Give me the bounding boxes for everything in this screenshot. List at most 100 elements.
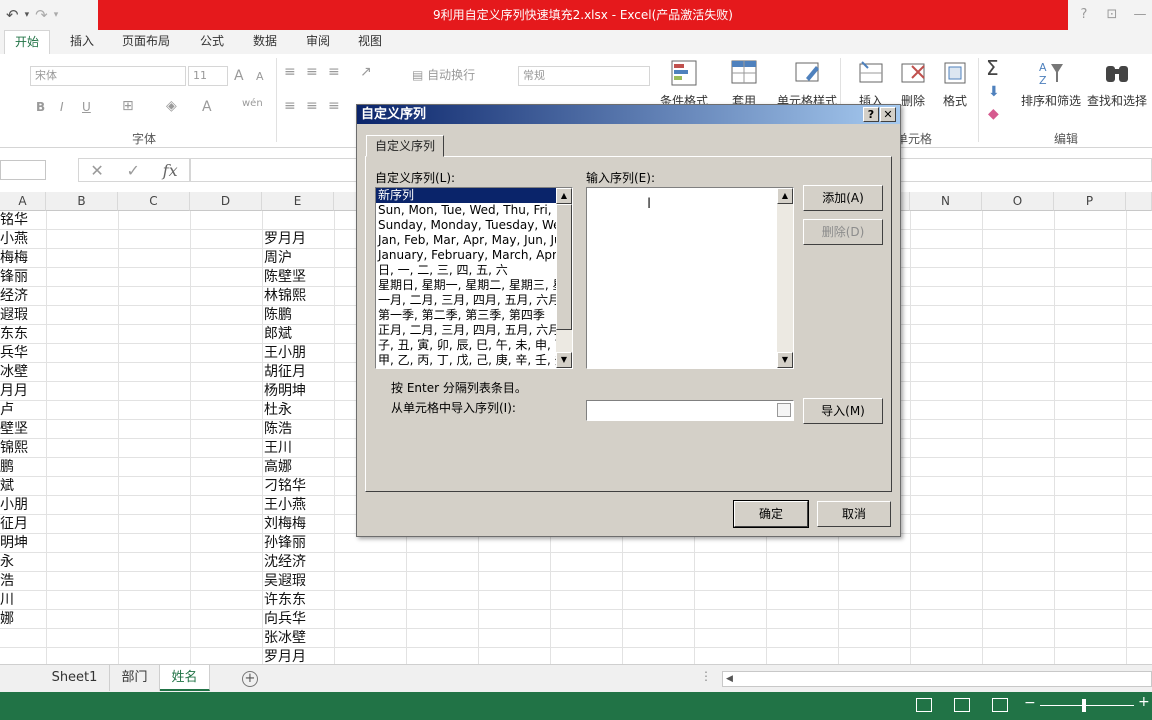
phonetic-icon[interactable]: wén <box>242 98 263 109</box>
column-header-e[interactable]: E <box>262 192 334 211</box>
list-item[interactable]: Sun, Mon, Tue, Wed, Thu, Fri, Sat <box>376 203 558 218</box>
cell-a[interactable]: 冰壁 <box>0 363 46 382</box>
list-scrollbar[interactable]: ▲ ▼ <box>556 188 572 368</box>
list-item[interactable]: 正月, 二月, 三月, 四月, 五月, 六月 <box>376 323 558 338</box>
cell-a[interactable]: 斌 <box>0 477 46 496</box>
cell-e[interactable]: 周沪 <box>264 249 334 268</box>
list-item[interactable]: 日, 一, 二, 三, 四, 五, 六 <box>376 263 558 278</box>
align-center-icon[interactable]: ≡ <box>306 98 318 114</box>
column-header-p[interactable]: P <box>1054 192 1126 211</box>
dialog-help-icon[interactable]: ? <box>863 107 879 122</box>
cancel-icon[interactable]: ✕ <box>90 161 103 180</box>
font-name-box[interactable]: 宋体 <box>30 66 186 86</box>
entries-scroll-up-icon[interactable]: ▲ <box>777 188 793 204</box>
list-item[interactable]: Sunday, Monday, Tuesday, Wednesday <box>376 218 558 233</box>
tab-home[interactable]: 开始 <box>4 30 51 54</box>
enter-icon[interactable]: ✓ <box>127 161 140 180</box>
align-top-icon[interactable]: ≡ <box>284 64 296 80</box>
tab-review[interactable]: 审阅 <box>306 30 330 54</box>
sheet-tab-sheet1[interactable]: Sheet1 <box>40 665 110 691</box>
fill-icon[interactable]: ⬇ <box>988 84 1000 100</box>
insert-function-icon[interactable]: fx <box>163 161 178 180</box>
scroll-left-icon[interactable]: ◀ <box>726 672 733 686</box>
cell-a[interactable] <box>0 648 46 664</box>
undo-icon[interactable]: ↶ <box>6 6 19 24</box>
sheet-tab-names[interactable]: 姓名 <box>160 665 210 691</box>
cell-a[interactable]: 鹏 <box>0 458 46 477</box>
bold-icon[interactable]: B <box>36 100 45 114</box>
column-header-b[interactable]: B <box>46 192 118 211</box>
redo-dropdown-icon[interactable]: ▾ <box>54 10 59 20</box>
cell-e[interactable]: 王小朋 <box>264 344 334 363</box>
tab-split-icon[interactable]: ⋮ <box>700 669 712 683</box>
cell-e[interactable]: 孙锋丽 <box>264 534 334 553</box>
redo-icon[interactable]: ↷ <box>35 6 48 24</box>
wrap-text-button[interactable]: ▤ 自动换行 <box>412 66 475 83</box>
insert-cells-button[interactable]: 插入 <box>850 58 892 109</box>
list-item[interactable]: January, February, March, April <box>376 248 558 263</box>
cell-e[interactable]: 陈鹏 <box>264 306 334 325</box>
align-left-icon[interactable]: ≡ <box>284 98 296 114</box>
cell-a[interactable]: 梅梅 <box>0 249 46 268</box>
custom-lists-listbox[interactable]: 新序列 Sun, Mon, Tue, Wed, Thu, Fri, Sat Sund… <box>375 187 573 369</box>
list-item[interactable]: Jan, Feb, Mar, Apr, May, Jun, Jul <box>376 233 558 248</box>
cell-a[interactable]: 征月 <box>0 515 46 534</box>
import-button[interactable]: 导入(M) <box>803 398 883 424</box>
column-header-c[interactable]: C <box>118 192 190 211</box>
add-sheet-icon[interactable]: + <box>242 671 258 687</box>
cell-e[interactable]: 王小燕 <box>264 496 334 515</box>
cell-e[interactable]: 杨明坤 <box>264 382 334 401</box>
sheet-tab-dept[interactable]: 部门 <box>110 665 160 691</box>
italic-icon[interactable]: I <box>60 100 64 114</box>
tab-custom-lists[interactable]: 自定义序列 <box>366 135 444 157</box>
scroll-up-icon[interactable]: ▲ <box>556 188 572 204</box>
table-style-button[interactable]: 套用 <box>716 58 772 109</box>
column-header-a[interactable]: A <box>0 192 46 211</box>
cell-e[interactable]: 林锦熙 <box>264 287 334 306</box>
horizontal-scrollbar[interactable]: ◀ <box>722 671 1152 687</box>
column-header-o[interactable]: O <box>982 192 1054 211</box>
cell-e[interactable]: 向兵华 <box>264 610 334 629</box>
cell-a[interactable]: 锋丽 <box>0 268 46 287</box>
align-bottom-icon[interactable]: ≡ <box>328 64 340 80</box>
cell-e[interactable] <box>264 211 334 230</box>
cell-a[interactable]: 永 <box>0 553 46 572</box>
list-item[interactable]: 子, 丑, 寅, 卯, 辰, 巳, 午, 未, 申, 酉 <box>376 338 558 353</box>
cell-a[interactable] <box>0 629 46 648</box>
zoom-slider-knob[interactable] <box>1082 699 1086 712</box>
shrink-font-icon[interactable]: A <box>256 70 264 83</box>
find-select-button[interactable]: 查找和选择 <box>1084 58 1150 109</box>
cell-e[interactable]: 沈经济 <box>264 553 334 572</box>
cell-a[interactable]: 兵华 <box>0 344 46 363</box>
cell-e[interactable]: 胡征月 <box>264 363 334 382</box>
cell-e[interactable]: 陈壁坚 <box>264 268 334 287</box>
zoom-slider-track[interactable] <box>1040 705 1134 706</box>
cell-a[interactable]: 小燕 <box>0 230 46 249</box>
name-box[interactable] <box>0 160 46 180</box>
list-item[interactable]: 星期日, 星期一, 星期二, 星期三, 星期四 <box>376 278 558 293</box>
list-item[interactable]: 第一季, 第二季, 第三季, 第四季 <box>376 308 558 323</box>
dialog-close-icon[interactable]: ✕ <box>880 107 896 122</box>
tab-view[interactable]: 视图 <box>358 30 382 54</box>
delete-button[interactable]: 删除(D) <box>803 219 883 245</box>
cell-e[interactable]: 陈浩 <box>264 420 334 439</box>
scroll-down-icon[interactable]: ▼ <box>556 352 572 368</box>
scroll-thumb[interactable] <box>556 204 572 330</box>
normal-view-icon[interactable] <box>916 698 932 712</box>
cell-a[interactable]: 娜 <box>0 610 46 629</box>
cell-a[interactable]: 小朋 <box>0 496 46 515</box>
cell-a[interactable]: 川 <box>0 591 46 610</box>
border-icon[interactable]: ⊞ <box>122 98 134 114</box>
cell-e[interactable]: 罗月月 <box>264 230 334 249</box>
help-icon[interactable]: ? <box>1070 0 1098 30</box>
zoom-out-icon[interactable]: − <box>1024 695 1036 711</box>
orientation-icon[interactable]: ↗ <box>360 64 372 80</box>
grow-font-icon[interactable]: A <box>234 68 244 84</box>
collapse-dialog-icon[interactable] <box>777 403 791 417</box>
cell-e[interactable]: 刁铭华 <box>264 477 334 496</box>
cell-a[interactable]: 明坤 <box>0 534 46 553</box>
cell-e[interactable]: 吴遐瑕 <box>264 572 334 591</box>
tab-insert[interactable]: 插入 <box>70 30 94 54</box>
cell-a[interactable]: 月月 <box>0 382 46 401</box>
conditional-format-button[interactable]: 条件格式 <box>656 58 712 109</box>
